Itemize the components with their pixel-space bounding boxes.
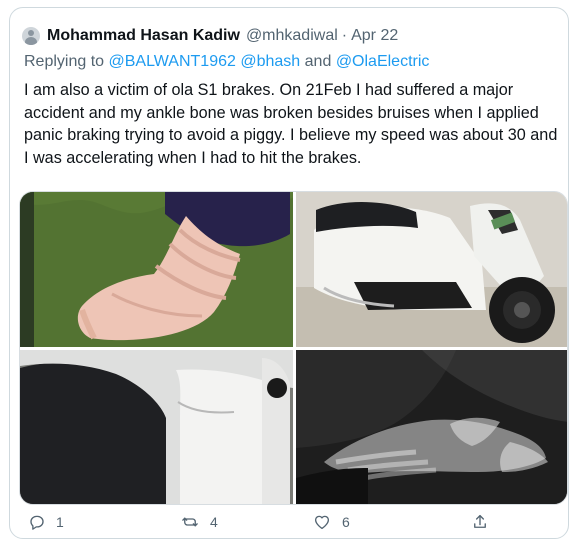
share-button[interactable]: [471, 513, 489, 531]
tweet-date[interactable]: Apr 22: [351, 27, 398, 45]
mention-and: and: [304, 53, 332, 70]
photo-scooter-side[interactable]: [296, 192, 567, 347]
media-grid[interactable]: [19, 191, 568, 505]
reply-icon: [30, 515, 44, 530]
tweet-text: I am also a victim of ola S1 brakes. On …: [24, 81, 558, 167]
retweet-button[interactable]: 4: [180, 513, 218, 531]
mention-balwant[interactable]: @BALWANT1962: [109, 53, 236, 70]
mention-bhash[interactable]: @bhash: [240, 53, 300, 70]
author-name[interactable]: Mohammad Hasan Kadiw: [47, 27, 240, 45]
like-button[interactable]: 6: [312, 513, 350, 531]
photo-foot-xray[interactable]: [296, 350, 567, 504]
reply-button[interactable]: 1: [28, 513, 64, 531]
tweet-actions: 1 4 6: [10, 513, 570, 535]
replying-prefix: Replying to: [24, 53, 105, 70]
tweet-header: Mohammad Hasan Kadiw @mhkadiwal · Apr 22: [22, 25, 398, 47]
author-handle[interactable]: @mhkadiwal: [246, 27, 338, 45]
photo-bandaged-ankle[interactable]: [20, 192, 293, 347]
share-icon: [474, 514, 486, 528]
separator-dot: ·: [341, 27, 348, 44]
mention-olaelectric[interactable]: @OlaElectric: [336, 53, 430, 70]
replying-to: Replying to @BALWANT1962 @bhash and @Ola…: [24, 53, 429, 71]
retweet-count: 4: [210, 514, 218, 530]
like-count: 6: [342, 514, 350, 530]
tweet-card[interactable]: Mohammad Hasan Kadiw @mhkadiwal · Apr 22…: [9, 7, 569, 539]
photo-scooter-closeup[interactable]: [20, 350, 293, 504]
heart-icon: [314, 515, 330, 530]
reply-count: 1: [56, 514, 64, 530]
avatar[interactable]: [22, 27, 40, 45]
retweet-icon: [182, 517, 198, 527]
